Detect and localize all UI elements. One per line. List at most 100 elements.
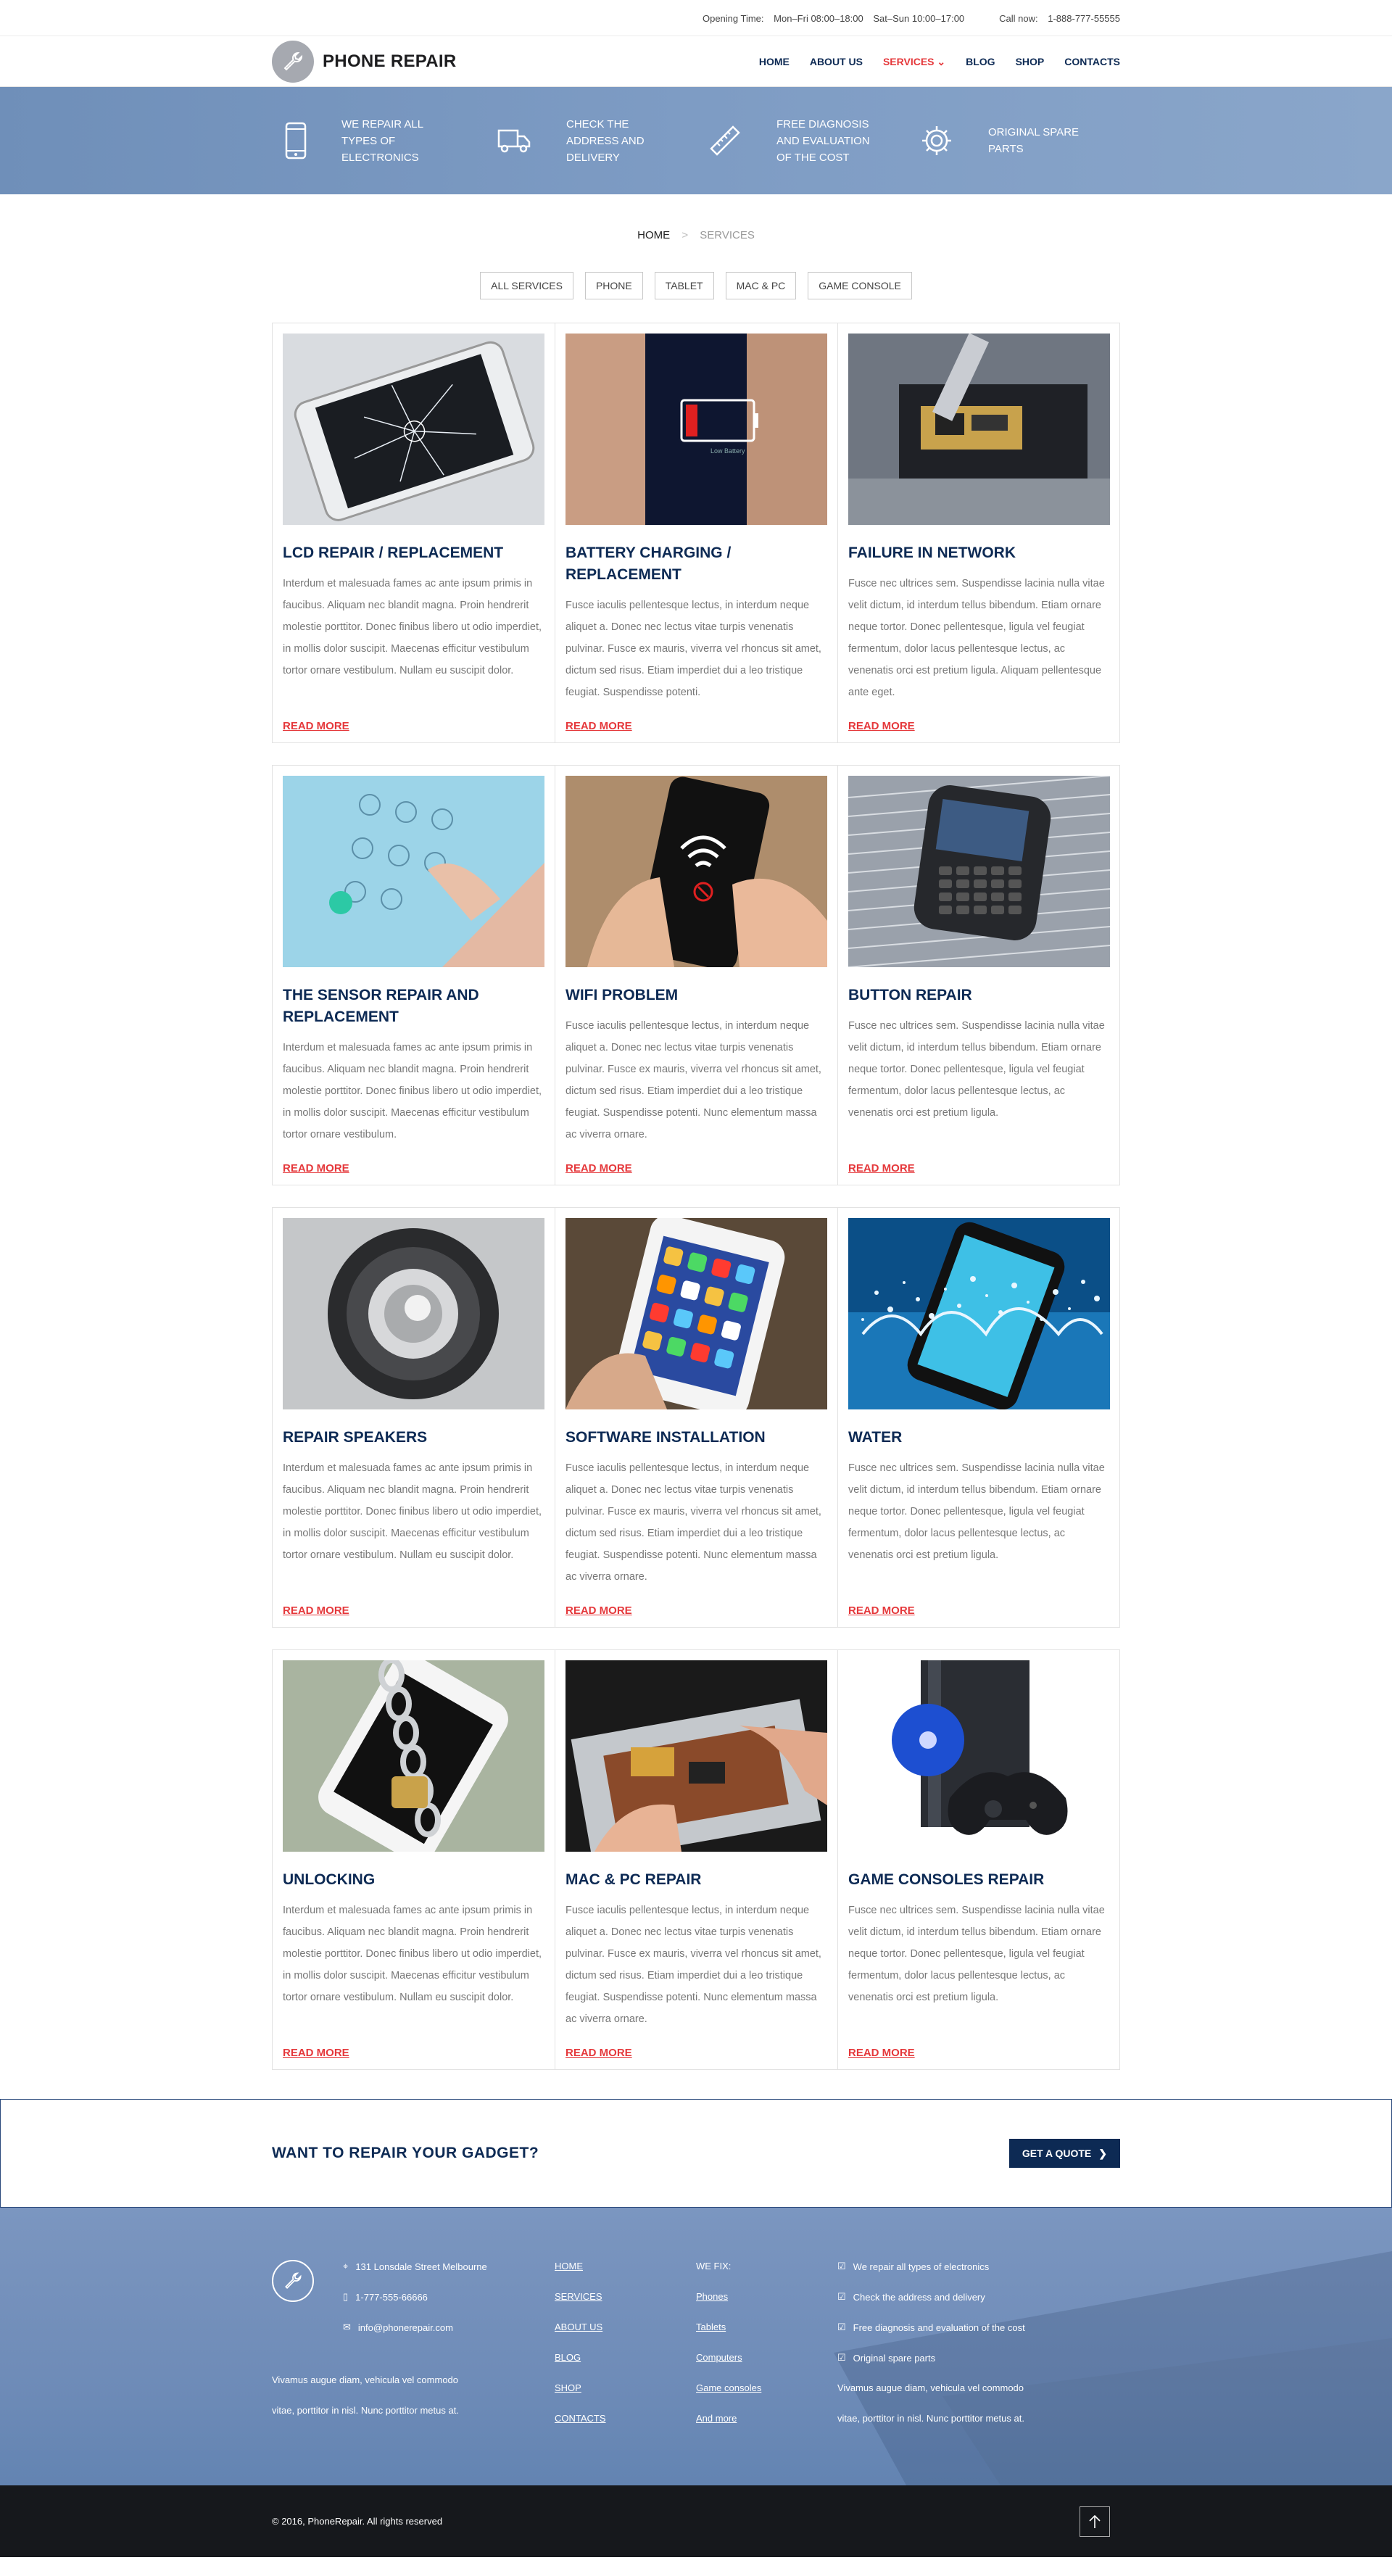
we-fix-phones[interactable]: Phones — [696, 2282, 837, 2312]
we-fix-computers[interactable]: Computers — [696, 2343, 837, 2373]
service-title[interactable]: GAME CONSOLES REPAIR — [848, 1869, 1110, 1891]
check-text: We repair all types of electronics — [853, 2261, 990, 2272]
footer-text-line: Vivamus augue diam, vehicula vel commodo — [837, 2382, 1024, 2393]
service-description: Fusce iaculis pellentesque lectus, in in… — [566, 1905, 821, 2025]
read-more-link[interactable]: READ MORE — [566, 2047, 632, 2059]
check-text: Original spare parts — [853, 2352, 936, 2364]
footer: ⌖ 131 Lonsdale Street Melbourne ▯ 1-777-55… — [0, 2208, 1392, 2485]
read-more-link[interactable]: READ MORE — [848, 1604, 915, 1617]
service-card: MAC & PC REPAIR Fusce iaculis pellentesqu… — [555, 1650, 837, 2069]
service-image[interactable] — [283, 334, 544, 525]
read-more-link[interactable]: READ MORE — [848, 720, 915, 732]
service-title[interactable]: BATTERY CHARGING / REPLACEMENT — [566, 542, 827, 586]
service-image[interactable] — [283, 776, 544, 967]
phone-icon: ▯ — [343, 2291, 349, 2302]
service-title[interactable]: FAILURE IN NETWORK — [848, 542, 1110, 564]
check-item: ☑ Original spare parts — [837, 2343, 1120, 2373]
opening-label: Opening Time: — [702, 12, 764, 24]
wrench-icon — [272, 41, 314, 83]
we-fix-and-more[interactable]: And more — [696, 2403, 837, 2434]
top-phone[interactable]: 1-888-777-55555 — [1048, 13, 1120, 24]
service-image[interactable] — [848, 1660, 1110, 1852]
service-title[interactable]: MAC & PC REPAIR — [566, 1869, 827, 1891]
service-card: WIFI PROBLEM Fusce iaculis pellentesque l… — [555, 766, 837, 1185]
footer-link-contacts[interactable]: CONTACTS — [555, 2403, 696, 2434]
footer-link-shop[interactable]: SHOP — [555, 2373, 696, 2403]
address: ⌖ 131 Lonsdale Street Melbourne — [343, 2251, 546, 2282]
read-more-link[interactable]: READ MORE — [283, 2047, 349, 2059]
weekday-hours: Mon–Fri 08:00–18:00 — [774, 12, 863, 24]
service-image[interactable] — [848, 776, 1110, 967]
footer-link-home[interactable]: HOME — [555, 2251, 696, 2282]
contact-list: ⌖ 131 Lonsdale Street Melbourne ▯ 1-777-55… — [343, 2251, 546, 2351]
nav-contacts[interactable]: CONTACTS — [1064, 56, 1120, 68]
feature-item: Free diagnosis and evaluation of the cos… — [695, 116, 907, 166]
service-title[interactable]: SOFTWARE INSTALLATION — [566, 1427, 827, 1449]
service-title[interactable]: LCD REPAIR / REPLACEMENT — [283, 542, 544, 564]
service-description: Interdum et malesuada fames ac ante ipsu… — [283, 1042, 542, 1140]
read-more-link[interactable]: READ MORE — [566, 1604, 632, 1617]
read-more-link[interactable]: READ MORE — [283, 1162, 349, 1175]
email-text[interactable]: info@phonerepair.com — [358, 2322, 453, 2333]
truck-icon — [497, 129, 531, 153]
filter-tablet[interactable]: TABLET — [654, 272, 714, 299]
service-title[interactable]: WIFI PROBLEM — [566, 985, 827, 1006]
footer-about: Vivamus augue diam, vehicula vel commodo… — [272, 2365, 555, 2434]
service-image[interactable] — [566, 776, 827, 967]
we-fix-tablets[interactable]: Tablets — [696, 2312, 837, 2343]
mail-icon: ✉ — [343, 2322, 351, 2332]
nav-services[interactable]: SERVICES ⌄ — [883, 56, 945, 68]
service-description: Fusce nec ultrices sem. Suspendisse laci… — [848, 578, 1105, 698]
scroll-to-top-button[interactable] — [1080, 2506, 1110, 2537]
nav-about-us[interactable]: ABOUT US — [810, 56, 863, 68]
service-title[interactable]: BUTTON REPAIR — [848, 985, 1110, 1006]
footer-link-about-us[interactable]: ABOUT US — [555, 2312, 696, 2343]
read-more-link[interactable]: READ MORE — [848, 2047, 915, 2059]
check-text: Check the address and delivery — [853, 2291, 985, 2303]
service-image[interactable] — [283, 1660, 544, 1852]
nav-blog[interactable]: BLOG — [966, 56, 995, 68]
service-image[interactable] — [848, 334, 1110, 525]
check-item: ☑ Free diagnosis and evaluation of the co… — [837, 2312, 1120, 2343]
service-image[interactable] — [283, 1218, 544, 1409]
filter-phone[interactable]: PHONE — [584, 272, 643, 299]
phone-text[interactable]: 1-777-555-66666 — [355, 2292, 428, 2303]
read-more-link[interactable]: READ MORE — [566, 1162, 632, 1175]
nav-shop[interactable]: SHOP — [1016, 56, 1045, 68]
service-description: Interdum et malesuada fames ac ante ipsu… — [283, 1905, 542, 2003]
read-more-link[interactable]: READ MORE — [283, 1604, 349, 1617]
service-card: THE SENSOR REPAIR AND REPLACEMENT Interdu… — [273, 766, 555, 1185]
filter-game-console[interactable]: GAME CONSOLE — [808, 272, 912, 299]
read-more-link[interactable]: READ MORE — [566, 720, 632, 732]
we-fix-game-consoles[interactable]: Game consoles — [696, 2373, 837, 2403]
service-title[interactable]: WATER — [848, 1427, 1110, 1449]
read-more-link[interactable]: READ MORE — [283, 720, 349, 732]
service-title[interactable]: THE SENSOR REPAIR AND REPLACEMENT — [283, 985, 544, 1028]
breadcrumb-home[interactable]: HOME — [637, 229, 670, 241]
service-title[interactable]: UNLOCKING — [283, 1869, 544, 1891]
services-row: LCD REPAIR / REPLACEMENT Interdum et male… — [272, 323, 1120, 743]
gear-icon — [922, 126, 951, 155]
service-description: Interdum et malesuada fames ac ante ipsu… — [283, 1462, 542, 1561]
logo[interactable]: PHONE REPAIR — [272, 41, 457, 83]
service-description: Fusce nec ultrices sem. Suspendisse laci… — [848, 1020, 1105, 1119]
service-image[interactable]: Low Battery — [566, 334, 827, 525]
footer-link-blog[interactable]: BLOG — [555, 2343, 696, 2373]
nav-home[interactable]: HOME — [759, 56, 790, 68]
read-more-link[interactable]: READ MORE — [848, 1162, 915, 1175]
footer-wrench-icon — [272, 2260, 314, 2302]
copyright: © 2016, PhoneRepair. All rights reserved — [272, 2516, 443, 2527]
breadcrumb: HOME > SERVICES — [0, 229, 1392, 241]
filter-all-services[interactable]: ALL SERVICES — [480, 272, 573, 299]
filter-mac-pc[interactable]: MAC & PC — [725, 272, 797, 299]
phone: ▯ 1-777-555-66666 — [343, 2282, 546, 2312]
ruler-icon — [710, 125, 740, 156]
service-image[interactable] — [848, 1218, 1110, 1409]
footer-link-services[interactable]: SERVICES — [555, 2282, 696, 2312]
get-a-quote-button[interactable]: GET A QUOTE ❯ — [1008, 2139, 1120, 2168]
features-band: We repair all types of electronics Check… — [0, 87, 1392, 194]
service-title[interactable]: REPAIR SPEAKERS — [283, 1427, 544, 1449]
service-image[interactable] — [566, 1660, 827, 1852]
service-card: LCD REPAIR / REPLACEMENT Interdum et male… — [273, 323, 555, 742]
service-image[interactable] — [566, 1218, 827, 1409]
